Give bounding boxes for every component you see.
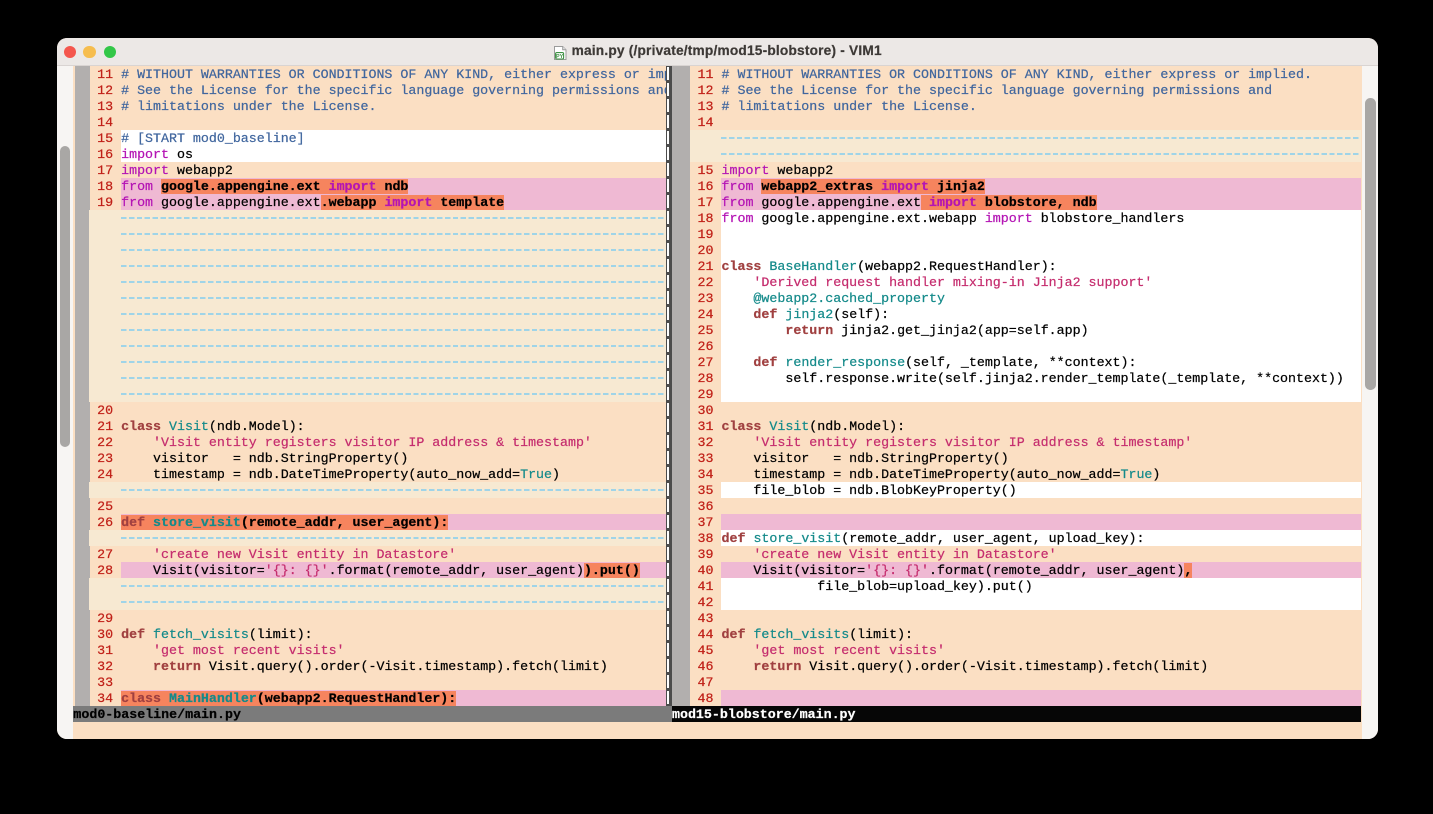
svg-text:PY: PY	[556, 54, 564, 60]
